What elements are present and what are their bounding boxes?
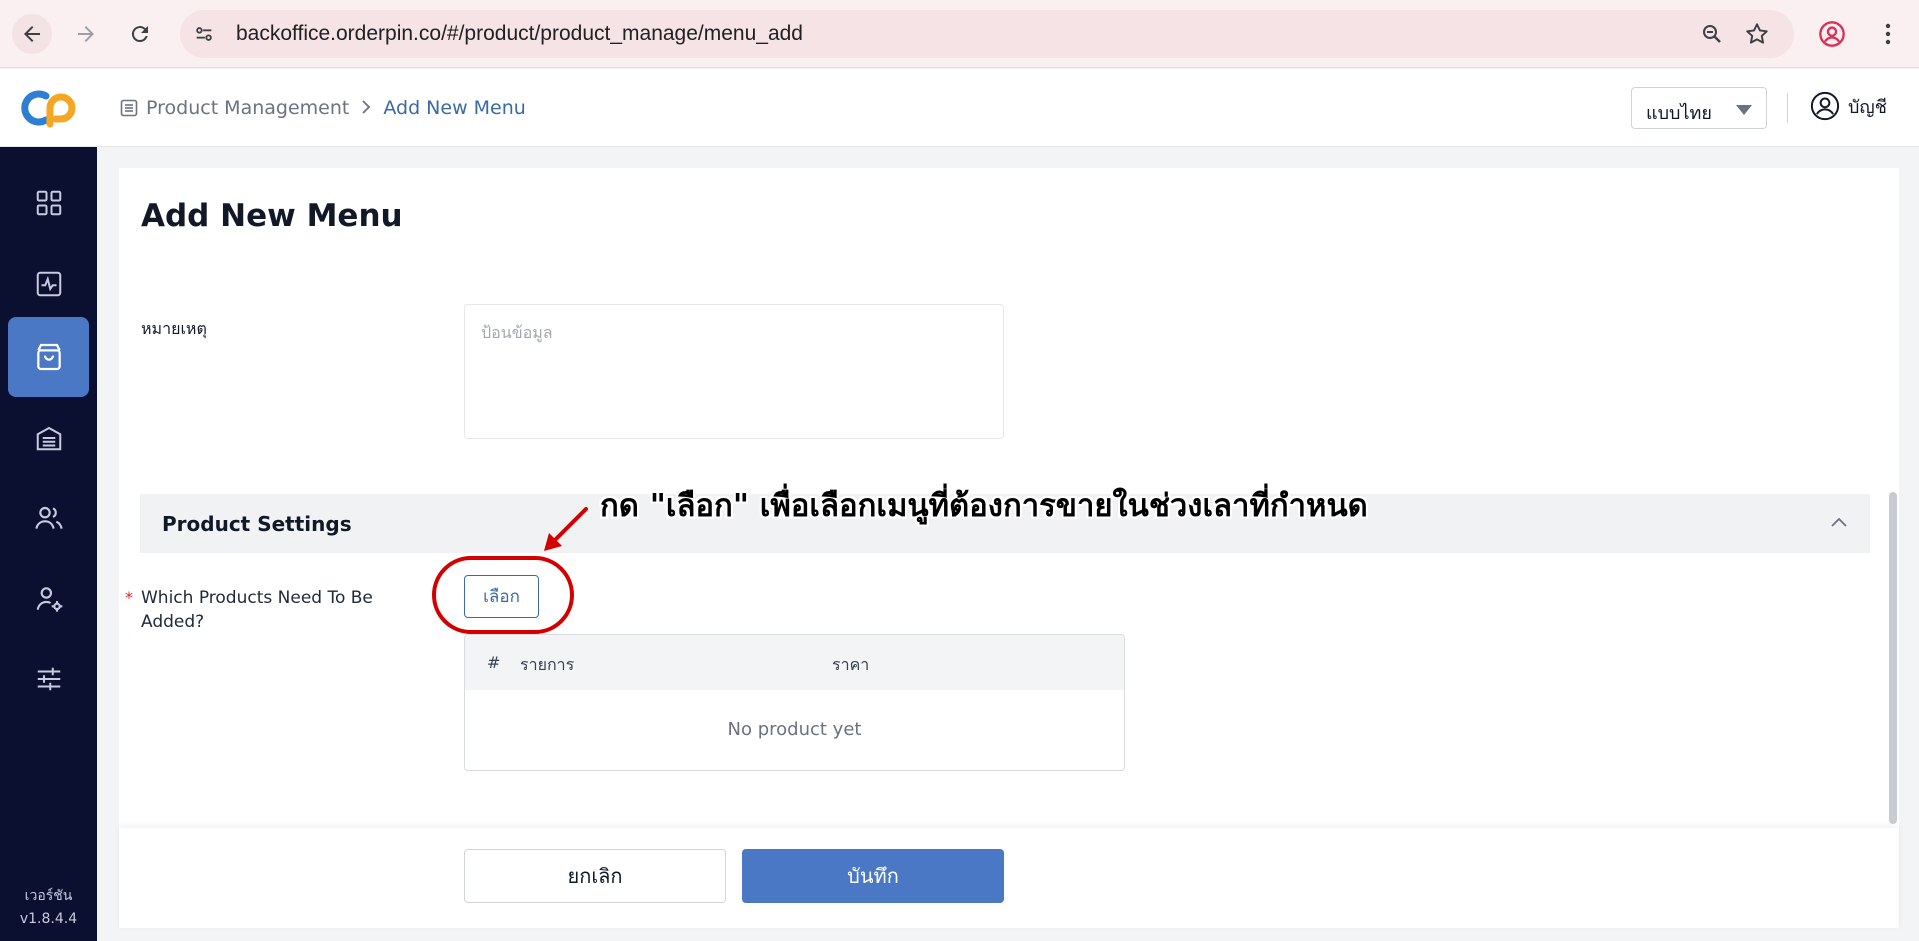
column-price: ราคา bbox=[832, 655, 870, 674]
language-label: แบบไทย bbox=[1646, 103, 1712, 124]
profile-icon[interactable] bbox=[1818, 20, 1846, 52]
activity-chart-icon bbox=[36, 271, 61, 297]
user-circle-icon bbox=[1810, 91, 1840, 121]
sidebar-item-dashboard[interactable] bbox=[8, 163, 89, 243]
breadcrumb-add-new-menu: Add New Menu bbox=[383, 97, 526, 119]
chevron-up-icon[interactable] bbox=[1830, 514, 1848, 533]
sidebar-item-settings[interactable] bbox=[8, 639, 89, 719]
scrollbar[interactable] bbox=[1889, 492, 1897, 824]
user-settings-icon bbox=[36, 587, 62, 612]
header-divider bbox=[1787, 93, 1788, 123]
app-header: Product Management Add New Menu แบบไทย บ… bbox=[0, 69, 1919, 147]
browser-toolbar: backoffice.orderpin.co/#/product/product… bbox=[0, 0, 1919, 68]
sliders-icon bbox=[37, 667, 60, 691]
orderpin-logo[interactable] bbox=[16, 86, 80, 130]
back-button[interactable] bbox=[12, 14, 52, 54]
users-icon bbox=[34, 506, 63, 529]
annotation-arrow-icon bbox=[544, 507, 588, 551]
table-header: # รายการ ราคา bbox=[465, 635, 1124, 690]
sidebar: เวอร์ชัน v1.8.4.4 bbox=[0, 147, 97, 941]
forward-button[interactable] bbox=[66, 14, 106, 54]
reload-button[interactable] bbox=[120, 14, 160, 54]
section-title: Product Settings bbox=[162, 512, 352, 536]
breadcrumb: Product Management Add New Menu bbox=[120, 97, 526, 119]
version-label: เวอร์ชัน bbox=[24, 888, 73, 904]
list-icon bbox=[120, 99, 138, 117]
caret-down-icon bbox=[1736, 105, 1752, 115]
page-title: Add New Menu bbox=[141, 198, 403, 234]
save-button[interactable]: บันทึก bbox=[742, 849, 1004, 903]
arrow-left-icon bbox=[24, 26, 40, 42]
highlight-circle bbox=[432, 556, 574, 634]
account-menu[interactable]: บัญชี bbox=[1810, 91, 1887, 121]
sidebar-item-products[interactable] bbox=[8, 317, 89, 397]
chevron-right-icon bbox=[361, 97, 371, 119]
site-info-icon[interactable] bbox=[192, 22, 216, 46]
empty-table-message: No product yet bbox=[727, 719, 862, 740]
products-field-label: Which Products Need To Be Added? bbox=[141, 588, 373, 632]
version-number: v1.8.4.4 bbox=[19, 911, 78, 927]
instruction-annotation: กด "เลือก" เพื่อเลือกเมนูที่ต้องการขายใน… bbox=[600, 488, 1368, 524]
account-label: บัญชี bbox=[1848, 96, 1887, 118]
shopping-bag-icon bbox=[36, 343, 61, 371]
url-text[interactable]: backoffice.orderpin.co/#/product/product… bbox=[236, 22, 803, 46]
form-footer bbox=[119, 828, 1899, 928]
sidebar-item-customers[interactable] bbox=[8, 478, 89, 558]
reload-icon bbox=[131, 26, 148, 43]
breadcrumb-product-management[interactable]: Product Management bbox=[146, 97, 349, 119]
browser-menu-icon[interactable] bbox=[1876, 20, 1900, 52]
sidebar-item-staff[interactable] bbox=[8, 559, 89, 639]
note-input[interactable] bbox=[464, 304, 1004, 439]
warehouse-icon bbox=[36, 426, 61, 451]
note-label: หมายเหตุ bbox=[141, 319, 207, 338]
sidebar-item-warehouse[interactable] bbox=[8, 398, 89, 478]
dashboard-grid-icon bbox=[36, 190, 61, 216]
column-item: รายการ bbox=[520, 655, 575, 674]
sidebar-item-reports[interactable] bbox=[8, 244, 89, 324]
language-select[interactable]: แบบไทย bbox=[1631, 87, 1767, 129]
bookmark-star-icon[interactable] bbox=[1744, 21, 1770, 51]
column-index: # bbox=[487, 653, 501, 672]
products-table: # รายการ ราคา No product yet bbox=[464, 634, 1125, 771]
required-asterisk: * bbox=[125, 588, 133, 607]
arrow-right-icon bbox=[78, 26, 94, 42]
cancel-button[interactable]: ยกเลิก bbox=[464, 849, 726, 903]
zoom-icon[interactable] bbox=[1700, 22, 1724, 50]
address-bar[interactable]: backoffice.orderpin.co/#/product/product… bbox=[180, 10, 1794, 58]
